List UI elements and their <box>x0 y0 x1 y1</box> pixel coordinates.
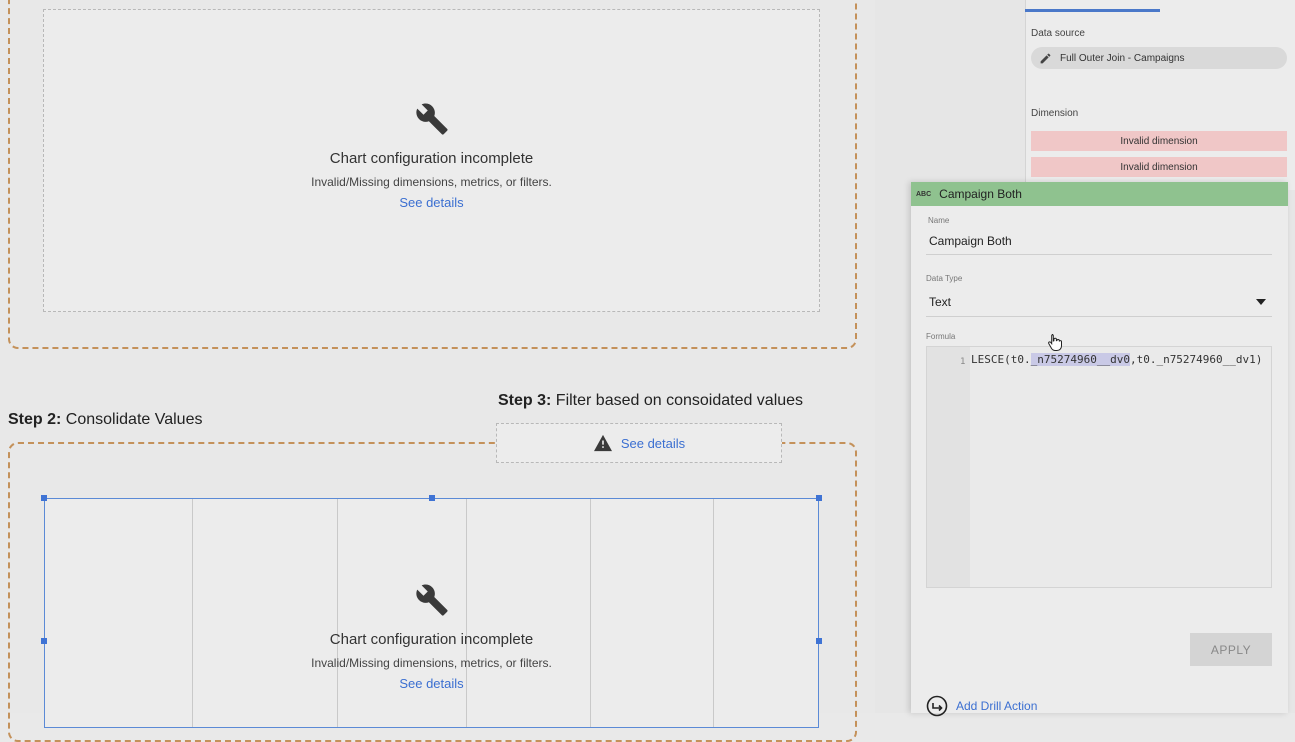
text-type-icon: ABC <box>916 190 932 198</box>
formula-label: Formula <box>926 332 956 341</box>
step3-label-bold: Step 3: <box>498 392 552 409</box>
field-editor-title: Campaign Both <box>939 187 1022 201</box>
resize-handle-top-left[interactable] <box>41 495 47 501</box>
step3-label: Step 3: Filter based on consoidated valu… <box>498 392 803 410</box>
add-drill-action[interactable]: Add Drill Action <box>926 695 1037 717</box>
formula-suffix: ,t0._n75274960__dv1) <box>1129 353 1263 366</box>
data-source-name: Full Outer Join - Campaigns <box>1060 52 1185 64</box>
wrench-icon <box>415 584 448 616</box>
chart-error-subtitle: Invalid/Missing dimensions, metrics, or … <box>311 175 552 189</box>
chart-error-title: Chart configuration incomplete <box>329 150 534 167</box>
drill-action-icon <box>926 695 948 717</box>
apply-button[interactable]: APPLY <box>1190 633 1272 666</box>
step2-label-text: Consolidate Values <box>61 411 203 428</box>
step3-label-text: Filter based on consoidated values <box>551 392 804 409</box>
field-editor-header: ABC Campaign Both <box>911 182 1288 206</box>
chart-message-top: Chart configuration incomplete Invalid/M… <box>44 102 819 210</box>
chart-error-subtitle: Invalid/Missing dimensions, metrics, or … <box>311 656 552 670</box>
setup-tab-indicator <box>1025 9 1160 12</box>
dimension-label: Dimension <box>1031 108 1079 119</box>
wrench-icon <box>415 103 448 135</box>
warning-icon <box>593 434 612 452</box>
dimension-chip-invalid[interactable]: Invalid dimension <box>1031 157 1287 177</box>
field-editor-panel: ABC Campaign Both Name Campaign Both Dat… <box>911 182 1288 717</box>
chart-message-bottom: Chart configuration incomplete Invalid/M… <box>45 583 818 691</box>
data-source-chip[interactable]: Full Outer Join - Campaigns <box>1031 47 1287 69</box>
data-source-label: Data source <box>1031 28 1085 39</box>
resize-handle-top-right[interactable] <box>816 495 822 501</box>
resize-handle-middle-right[interactable] <box>816 638 822 644</box>
see-details-link[interactable]: See details <box>44 195 819 210</box>
chart-error-title: Chart configuration incomplete <box>329 631 534 648</box>
step2-label: Step 2: Consolidate Values <box>8 411 202 429</box>
report-canvas: Chart configuration incomplete Invalid/M… <box>0 0 875 742</box>
line-number: 1 <box>960 357 966 367</box>
resize-handle-middle-left[interactable] <box>41 638 47 644</box>
line-gutter <box>927 347 970 587</box>
name-label: Name <box>928 216 950 225</box>
warning-box[interactable]: See details <box>496 423 782 463</box>
data-type-underline <box>926 316 1272 317</box>
data-type-select[interactable]: Text <box>929 295 951 309</box>
see-details-link[interactable]: See details <box>621 436 685 451</box>
chevron-down-icon[interactable] <box>1256 299 1266 305</box>
formula-selection: _n75274960__dv0 <box>1030 353 1130 366</box>
dimension-chip-invalid[interactable]: Invalid dimension <box>1031 131 1287 151</box>
formula-code[interactable]: LESCE(t0._n75274960__dv0,t0._n75274960__… <box>971 353 1262 366</box>
name-field-underline <box>926 254 1272 255</box>
formula-editor[interactable]: 1 LESCE(t0._n75274960__dv0,t0._n75274960… <box>926 346 1272 588</box>
chart-placeholder-bottom-selected[interactable]: Chart configuration incomplete Invalid/M… <box>44 498 819 728</box>
add-drill-action-label[interactable]: Add Drill Action <box>956 699 1037 713</box>
pencil-icon[interactable] <box>1039 52 1052 65</box>
data-type-label: Data Type <box>926 274 963 283</box>
step2-label-bold: Step 2: <box>8 411 62 428</box>
chart-placeholder-top[interactable]: Chart configuration incomplete Invalid/M… <box>43 9 820 312</box>
see-details-link[interactable]: See details <box>45 676 818 691</box>
formula-prefix: LESCE(t0. <box>971 353 1031 366</box>
hand-cursor-icon <box>1048 334 1062 351</box>
name-field[interactable]: Campaign Both <box>929 234 1012 248</box>
resize-handle-top-center[interactable] <box>429 495 435 501</box>
